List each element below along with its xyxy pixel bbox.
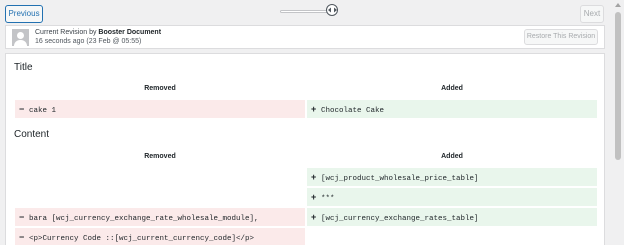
revision-prefix: Current Revision by bbox=[35, 29, 99, 36]
avatar bbox=[12, 29, 29, 46]
page-scrollbar[interactable] bbox=[612, 0, 624, 245]
revision-slider-track[interactable] bbox=[280, 10, 332, 13]
minus-icon: − bbox=[19, 232, 25, 242]
diff-removed-line: − bara [wcj_currency_exchange_rate_wholes… bbox=[15, 208, 305, 226]
added-text: *** bbox=[321, 195, 335, 203]
scrollbar-thumb[interactable] bbox=[615, 12, 621, 160]
minus-icon: − bbox=[19, 104, 25, 114]
diff-removed-line: − <p>Currency Code ::[wcj_current_currenc… bbox=[15, 228, 305, 245]
revision-slider-handle[interactable] bbox=[326, 4, 338, 16]
title-section-heading: Title bbox=[14, 62, 33, 73]
diff-added-line: + Chocolate Cake bbox=[307, 100, 597, 118]
added-text: [wcj_currency_exchange_rates_table] bbox=[321, 215, 479, 223]
plus-icon: + bbox=[311, 212, 317, 222]
content-removed-header: Removed bbox=[144, 153, 176, 160]
removed-text: <p>Currency Code ::[wcj_current_currency… bbox=[29, 235, 255, 243]
restore-revision-button[interactable]: Restore This Revision bbox=[524, 29, 598, 45]
diff-added-line: + [wcj_product_wholesale_price_table] bbox=[307, 168, 597, 186]
added-text: Chocolate Cake bbox=[321, 107, 385, 115]
removed-text: cake 1 bbox=[29, 107, 57, 115]
revision-author: Booster Document bbox=[98, 29, 162, 36]
added-text: [wcj_product_wholesale_price_table] bbox=[321, 175, 479, 183]
scroll-up-arrow-icon[interactable] bbox=[615, 3, 621, 7]
diff-removed-line: − cake 1 bbox=[15, 100, 305, 118]
plus-icon: + bbox=[311, 104, 317, 114]
diff-content: Title Removed Added − cake 1 + Chocolate C… bbox=[5, 53, 605, 245]
plus-icon: + bbox=[311, 172, 317, 182]
removed-text: bara [wcj_currency_exchange_rate_wholesa… bbox=[29, 215, 259, 223]
revision-meta-bar: Current Revision by Booster Document 16 … bbox=[5, 25, 605, 49]
title-removed-header: Removed bbox=[144, 85, 176, 92]
revision-time: 16 seconds ago (23 Feb @ 05:55) bbox=[35, 38, 142, 45]
plus-icon: + bbox=[311, 192, 317, 202]
content-added-header: Added bbox=[441, 153, 463, 160]
minus-icon: − bbox=[19, 212, 25, 222]
content-section-heading: Content bbox=[14, 129, 50, 140]
title-added-header: Added bbox=[441, 85, 463, 92]
next-button[interactable]: Next bbox=[580, 5, 604, 23]
revision-author-line: Current Revision by Booster Document bbox=[35, 29, 161, 36]
previous-button[interactable]: Previous bbox=[5, 5, 43, 23]
compare-arrows-icon bbox=[328, 7, 337, 13]
diff-added-line: + [wcj_currency_exchange_rates_table] bbox=[307, 208, 597, 226]
diff-added-line: + *** bbox=[307, 188, 597, 206]
